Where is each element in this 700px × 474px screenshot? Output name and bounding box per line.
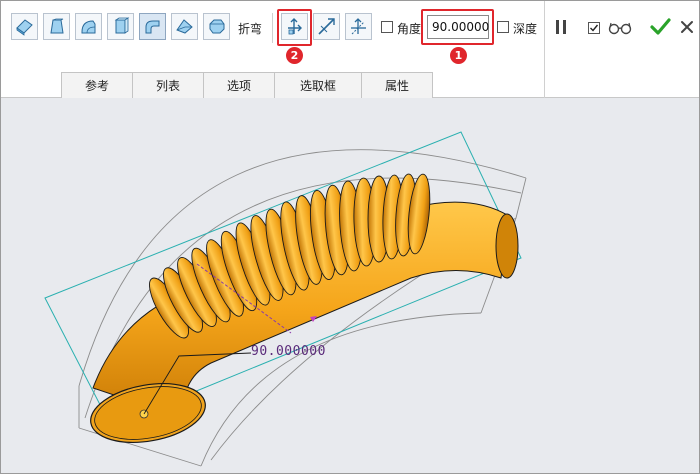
bend-type-4-button[interactable] [107, 13, 134, 40]
diagonal-arrow-icon [318, 18, 335, 35]
cancel-button[interactable] [680, 19, 694, 35]
bend-label: 折弯 [238, 22, 263, 36]
shape-tool-6-icon [176, 19, 193, 34]
toolbar: 折弯 角度 90.00000 深度 2 1 参考 列表 选项 选取框 属性 [1, 1, 699, 98]
axis-reference-button[interactable] [345, 13, 372, 40]
shape-tool-7-icon [209, 19, 225, 34]
bent-tube-model [44, 131, 527, 467]
bend-type-1-button[interactable] [11, 13, 38, 40]
shape-tool-2-icon [50, 18, 64, 34]
depth-checkbox[interactable] [497, 21, 509, 33]
flip-direction-button[interactable] [313, 13, 340, 40]
pause-icon [556, 20, 566, 34]
tab-list[interactable]: 列表 [132, 72, 204, 98]
preview-checkbox[interactable] [588, 22, 600, 34]
bend-type-3-button[interactable] [75, 13, 102, 40]
bend-type-5-button[interactable] [139, 13, 166, 40]
pause-button[interactable] [554, 19, 568, 35]
model-viewport[interactable]: 90.000000 [1, 98, 699, 473]
tab-references[interactable]: 参考 [61, 72, 133, 98]
bend-type-7-button[interactable] [203, 13, 230, 40]
toolbar-divider-right [544, 1, 545, 98]
angle-dimension-label[interactable]: 90.000000 [251, 344, 326, 359]
tab-bounding-box[interactable]: 选取框 [274, 72, 362, 98]
shape-tool-3-icon [81, 20, 96, 34]
toolbar-divider [272, 13, 273, 43]
angle-label: 角度 [397, 22, 422, 36]
check-mark-icon [590, 24, 599, 32]
close-icon [681, 21, 693, 33]
app-window: 折弯 角度 90.00000 深度 2 1 参考 列表 选项 选取框 属性 90… [0, 0, 700, 474]
shape-tool-5-icon [145, 20, 160, 34]
shape-tool-4-icon [114, 17, 130, 34]
tab-options[interactable]: 选项 [203, 72, 275, 98]
bend-type-2-button[interactable] [43, 13, 70, 40]
callout-box-1 [421, 9, 494, 45]
callout-badge-2: 2 [286, 47, 303, 64]
angle-checkbox[interactable] [381, 21, 393, 33]
depth-label: 深度 [513, 22, 538, 36]
tube-end-right [495, 213, 519, 279]
checkmark-icon [650, 18, 671, 35]
preview-button[interactable] [607, 19, 633, 35]
callout-box-2 [277, 9, 312, 46]
tab-properties[interactable]: 属性 [361, 72, 433, 98]
confirm-button[interactable] [649, 16, 671, 38]
glasses-icon [608, 22, 632, 35]
bend-type-6-button[interactable] [171, 13, 198, 40]
callout-badge-1: 1 [450, 47, 467, 64]
shape-tool-1-icon [16, 19, 33, 36]
axis-reference-icon [351, 18, 366, 35]
